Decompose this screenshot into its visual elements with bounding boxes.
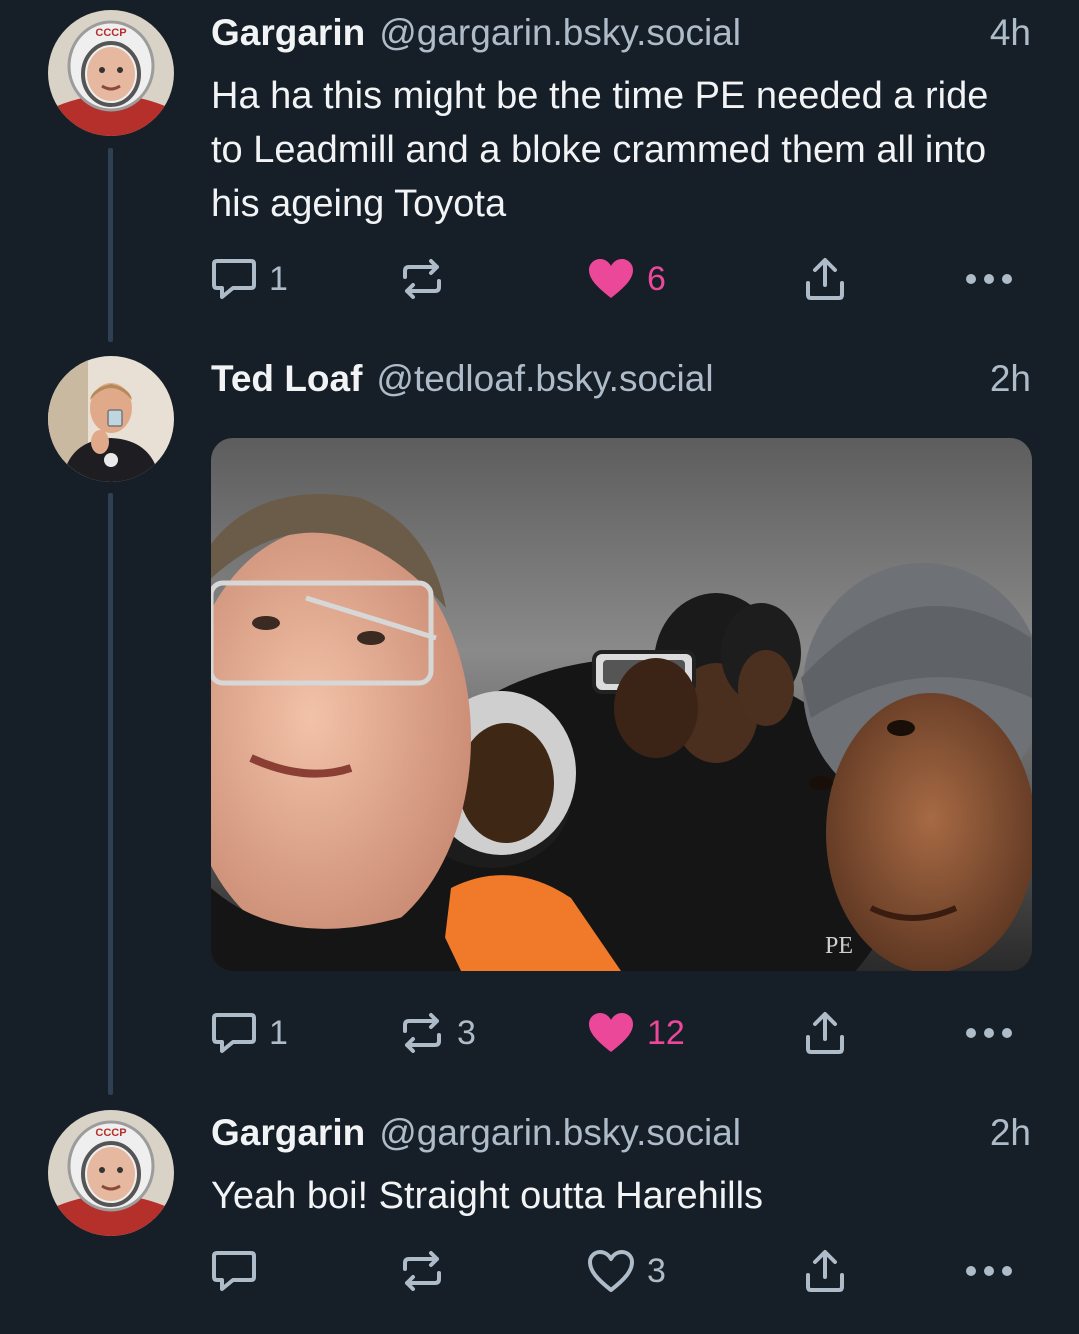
speech-bubble-icon xyxy=(211,1249,257,1293)
post-text: Ha ha this might be the time PE needed a… xyxy=(211,75,989,225)
share-upload-icon xyxy=(803,257,847,301)
repost-button[interactable] xyxy=(399,1246,457,1296)
like-count: 6 xyxy=(647,259,666,298)
post-3[interactable]: CCCP Gargarin @gargarin.bsky.social 2h Y… xyxy=(0,1100,1079,1334)
post-1[interactable]: CCCP Gargarin @gargarin.bsky.social 4h H… xyxy=(0,0,1079,330)
speech-bubble-icon xyxy=(211,257,257,301)
like-button[interactable]: 12 xyxy=(587,1008,685,1058)
post-header: Gargarin @gargarin.bsky.social 2h xyxy=(211,1112,1031,1158)
cosmonaut-avatar[interactable]: CCCP xyxy=(48,1110,174,1236)
svg-text:CCCP: CCCP xyxy=(95,1127,126,1139)
svg-text:CCCP: CCCP xyxy=(95,27,126,39)
repost-arrows-icon xyxy=(399,1011,445,1055)
repost-button[interactable] xyxy=(399,254,457,304)
share-upload-icon xyxy=(803,1249,847,1293)
handle[interactable]: @tedloaf.bsky.social xyxy=(376,358,713,400)
man-drinking-avatar[interactable] xyxy=(48,356,174,482)
ellipsis-icon xyxy=(963,1264,1015,1278)
timestamp[interactable]: 4h xyxy=(990,12,1031,54)
like-count: 12 xyxy=(647,1013,685,1052)
post-actions: 1 6 xyxy=(211,254,1031,304)
reply-button[interactable]: 1 xyxy=(211,254,288,304)
cosmonaut-avatar[interactable]: CCCP xyxy=(48,10,174,136)
handle[interactable]: @gargarin.bsky.social xyxy=(379,12,741,54)
heart-icon xyxy=(587,1249,635,1293)
car-selfie-photo[interactable]: PE xyxy=(211,438,1032,971)
heart-icon xyxy=(587,1011,635,1055)
post-2[interactable]: Ted Loaf @tedloaf.bsky.social 2h PE 1 3 … xyxy=(0,346,1079,1086)
more-options-button[interactable] xyxy=(963,1008,1015,1058)
reply-button[interactable] xyxy=(211,1246,269,1296)
repost-button[interactable]: 3 xyxy=(399,1008,476,1058)
ellipsis-icon xyxy=(963,272,1015,286)
reply-button[interactable]: 1 xyxy=(211,1008,288,1058)
share-button[interactable] xyxy=(803,254,847,304)
ellipsis-icon xyxy=(963,1026,1015,1040)
timestamp[interactable]: 2h xyxy=(990,1112,1031,1154)
reply-count: 1 xyxy=(269,1013,288,1052)
share-upload-icon xyxy=(803,1011,847,1055)
display-name[interactable]: Ted Loaf xyxy=(211,358,362,400)
post-actions: 1 3 12 xyxy=(211,1008,1031,1058)
post-header: Ted Loaf @tedloaf.bsky.social 2h xyxy=(211,358,1031,404)
handle[interactable]: @gargarin.bsky.social xyxy=(379,1112,741,1154)
timestamp[interactable]: 2h xyxy=(990,358,1031,400)
photo-caption: PE xyxy=(825,933,853,959)
more-options-button[interactable] xyxy=(963,1246,1015,1296)
repost-arrows-icon xyxy=(399,1249,445,1293)
speech-bubble-icon xyxy=(211,1011,257,1055)
like-button[interactable]: 3 xyxy=(587,1246,666,1296)
post-actions: 3 xyxy=(211,1246,1031,1296)
like-button[interactable]: 6 xyxy=(587,254,666,304)
heart-icon xyxy=(587,257,635,301)
more-options-button[interactable] xyxy=(963,254,1015,304)
like-count: 3 xyxy=(647,1251,666,1290)
repost-arrows-icon xyxy=(399,257,445,301)
share-button[interactable] xyxy=(803,1246,847,1296)
share-button[interactable] xyxy=(803,1008,847,1058)
display-name[interactable]: Gargarin xyxy=(211,12,365,54)
post-header: Gargarin @gargarin.bsky.social 4h xyxy=(211,12,1031,58)
reply-count: 1 xyxy=(269,259,288,298)
post-text: Yeah boi! Straight outta Harehills xyxy=(211,1175,764,1217)
display-name[interactable]: Gargarin xyxy=(211,1112,365,1154)
repost-count: 3 xyxy=(457,1013,476,1052)
